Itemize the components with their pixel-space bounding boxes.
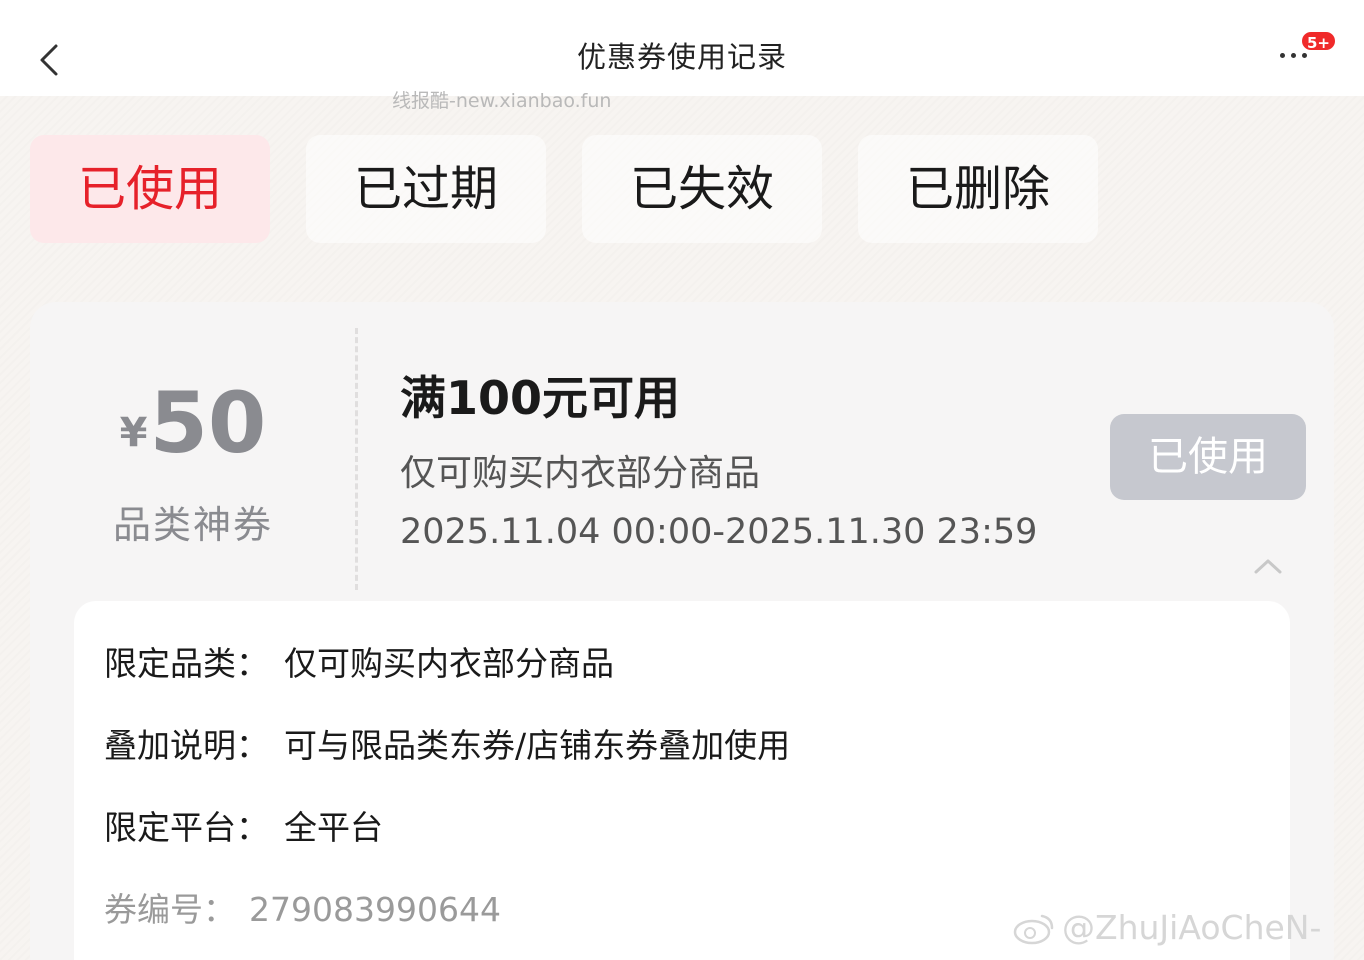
- detail-row-stacking: 叠加说明： 可与限品类东券/店铺东券叠加使用: [104, 719, 790, 767]
- page-title: 优惠券使用记录: [576, 40, 787, 74]
- stack-label: 叠加说明：: [104, 726, 269, 765]
- used-status-button[interactable]: 已使用: [1110, 414, 1306, 500]
- tab-used[interactable]: 已使用: [30, 135, 270, 243]
- category-label: 限定品类：: [104, 644, 269, 683]
- top-bar: 优惠券使用记录 5+: [0, 0, 1364, 96]
- coupon-kind: 品类神券: [112, 503, 273, 547]
- detail-row-category: 限定品类： 仅可购买内衣部分商品: [104, 637, 614, 685]
- tab-invalid[interactable]: 已失效: [582, 135, 822, 243]
- detail-row-code: 券编号： 279083990644: [104, 883, 501, 931]
- platform-value: 全平台: [284, 808, 383, 847]
- weibo-handle: @ZhuJiAoCheN-: [1062, 908, 1322, 947]
- status-tabs: 已使用 已过期 已失效 已删除: [0, 135, 1364, 243]
- chevron-up-icon: [1254, 559, 1282, 574]
- category-value: 仅可购买内衣部分商品: [284, 644, 614, 683]
- tab-expired[interactable]: 已过期: [306, 135, 546, 243]
- dashed-divider: [355, 328, 358, 590]
- coupon-scope: 仅可购买内衣部分商品: [400, 453, 761, 494]
- coupon-details-panel: 限定品类： 仅可购买内衣部分商品 叠加说明： 可与限品类东券/店铺东券叠加使用 限定…: [74, 601, 1290, 960]
- watermark-text: 线报酷-new.xianbao.fun: [392, 90, 612, 112]
- tab-deleted[interactable]: 已删除: [858, 135, 1098, 243]
- detail-row-platform: 限定平台： 全平台: [104, 801, 383, 849]
- stack-value: 可与限品类东券/店铺东券叠加使用: [284, 726, 791, 765]
- amount-value: 50: [149, 374, 267, 472]
- coupon-condition: 满100元可用: [400, 371, 681, 425]
- code-value: 279083990644: [249, 890, 501, 929]
- coupon-value-panel: ¥50 品类神券: [30, 302, 356, 592]
- coupon-amount: ¥50: [30, 374, 356, 472]
- more-dots-icon: [1280, 53, 1307, 58]
- code-label: 券编号：: [104, 890, 236, 929]
- coupon-validity: 2025.11.04 00:00-2025.11.30 23:59: [400, 512, 1038, 552]
- platform-label: 限定平台：: [104, 808, 269, 847]
- weibo-logo-icon: [1013, 914, 1054, 944]
- collapse-button[interactable]: [1248, 552, 1288, 580]
- currency-symbol: ¥: [119, 410, 148, 456]
- notification-badge: 5+: [1300, 30, 1338, 52]
- weibo-watermark: @ZhuJiAoCheN-: [1012, 908, 1321, 947]
